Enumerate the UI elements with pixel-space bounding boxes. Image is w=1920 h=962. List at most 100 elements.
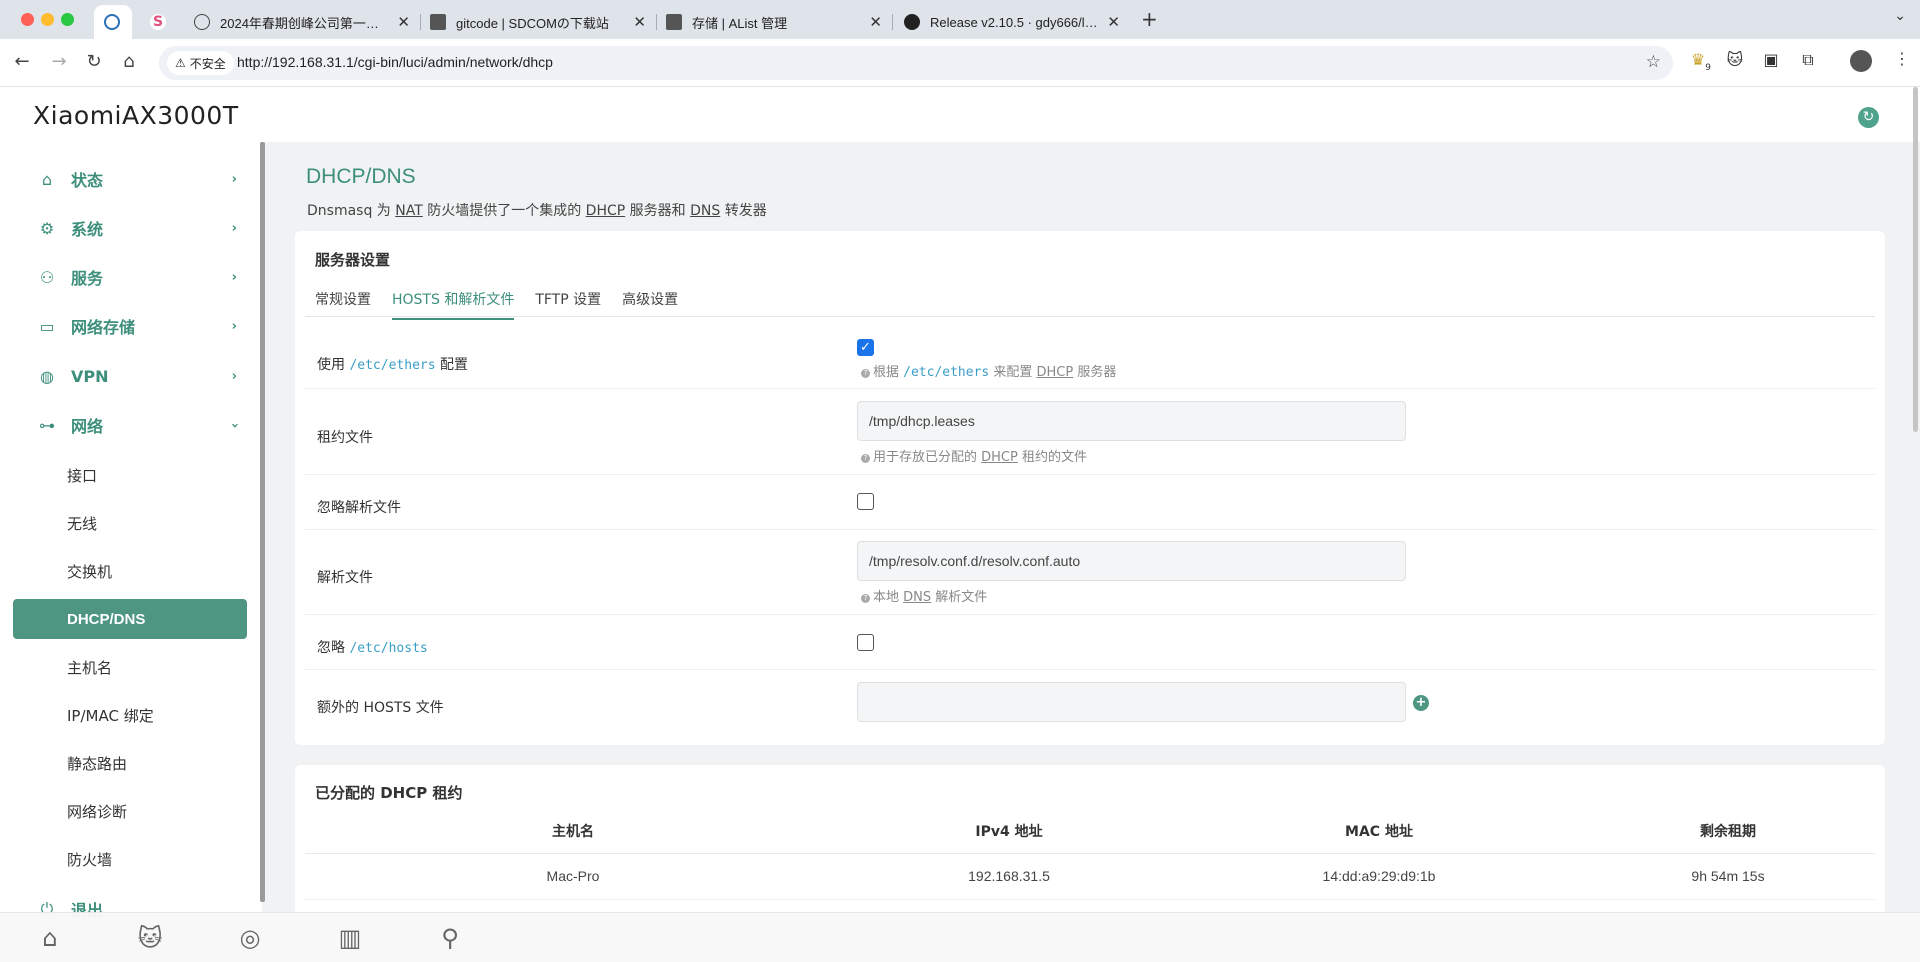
- chevron-down-icon: ›: [226, 422, 242, 428]
- browser-tab-bar: S 2024年春期创峰公司第一次评估 ✕ gitcode | SDCOMの下载站…: [0, 0, 1920, 39]
- address-bar[interactable]: ⚠ 不安全 http://192.168.31.1/cgi-bin/luci/a…: [159, 46, 1673, 80]
- security-label: 不安全: [189, 56, 226, 71]
- cat-icon[interactable]: 🐱: [135, 923, 165, 953]
- home-icon[interactable]: ⌂: [35, 923, 65, 953]
- nohosts-checkbox[interactable]: [857, 634, 874, 651]
- github-favicon-icon: [904, 14, 920, 30]
- chevron-right-icon: ›: [231, 220, 237, 236]
- close-tab-icon[interactable]: ✕: [397, 13, 410, 31]
- field-label-addnhosts: 额外的 HOSTS 文件: [317, 700, 444, 716]
- new-tab-icon[interactable]: +: [1141, 7, 1158, 31]
- url-text[interactable]: http://192.168.31.1/cgi-bin/luci/admin/n…: [237, 54, 553, 70]
- browser-tab[interactable]: Release v2.10.5 · gdy666/lucky ✕: [894, 5, 1130, 39]
- home-icon[interactable]: ⌂: [118, 51, 140, 72]
- tab-search-icon[interactable]: ⌄: [1894, 8, 1906, 24]
- sidebar-subitem-ip-mac-binding[interactable]: IP/MAC 绑定: [67, 705, 154, 726]
- app-favicon-icon: S: [150, 14, 166, 30]
- column-header-mac[interactable]: MAC 地址: [1345, 821, 1413, 841]
- sidebar-item-network[interactable]: ⊶ 网络 ›: [37, 411, 242, 439]
- browser-menu-icon[interactable]: ⋮: [1894, 49, 1910, 68]
- add-entry-icon[interactable]: +: [1413, 695, 1429, 711]
- sidebar-subitem-hostnames[interactable]: 主机名: [67, 657, 112, 678]
- noresolv-checkbox[interactable]: [857, 493, 874, 510]
- router-brand[interactable]: XiaomiAX3000T: [33, 101, 239, 130]
- field-label-leasefile: 租约文件: [317, 430, 373, 446]
- window-zoom-button[interactable]: [61, 13, 74, 26]
- browser-tab[interactable]: 2024年春期创峰公司第一次评估 ✕: [184, 5, 420, 39]
- column-header-expires[interactable]: 剩余租期: [1700, 821, 1756, 841]
- back-icon[interactable]: ←: [11, 51, 33, 72]
- person-icon[interactable]: ⚲: [435, 923, 465, 953]
- site-favicon-icon: [666, 14, 682, 30]
- hint-text: 根据: [873, 365, 904, 380]
- sidebar-item-vpn[interactable]: ◍ VPN ›: [37, 362, 237, 390]
- help-icon: ?: [861, 454, 870, 463]
- field-label-noresolv: 忽略解析文件: [317, 500, 401, 516]
- field-label-resolvfile: 解析文件: [317, 570, 373, 586]
- bookmark-star-icon[interactable]: ☆: [1646, 52, 1661, 72]
- addnhosts-input[interactable]: [857, 682, 1406, 722]
- leasefile-input[interactable]: /tmp/dhcp.leases: [857, 401, 1406, 441]
- bottom-toolbar: ⌂ 🐱 ◎ ▥ ⚲: [0, 912, 1920, 962]
- window-close-button[interactable]: [21, 13, 34, 26]
- browser-tab[interactable]: 存储 | AList 管理 ✕: [656, 5, 892, 39]
- hint-text: 来配置: [989, 365, 1037, 380]
- column-header-hostname[interactable]: 主机名: [552, 821, 594, 841]
- abbr-dns: DNS: [903, 590, 932, 605]
- field-label-use-ethers: 使用 /etc/ethers 配置: [317, 354, 468, 374]
- use-ethers-checkbox[interactable]: ✓: [857, 339, 874, 356]
- close-tab-icon[interactable]: ✕: [633, 13, 646, 31]
- label-text: 使用: [317, 357, 350, 373]
- extension-icon[interactable]: ♛ 9: [1687, 50, 1711, 73]
- reload-icon[interactable]: ↻: [83, 51, 105, 72]
- bar-chart-icon[interactable]: ▥: [335, 923, 365, 953]
- window-minimize-button[interactable]: [41, 13, 54, 26]
- game-extension-icon[interactable]: ▣: [1760, 50, 1782, 69]
- chevron-right-icon: ›: [231, 171, 237, 187]
- sidebar-item-services[interactable]: ⚇ 服务 ›: [37, 263, 237, 291]
- sidebar-subitem-static-routes[interactable]: 静态路由: [67, 753, 127, 774]
- sidebar-item-system[interactable]: ⚙ 系统 ›: [37, 214, 237, 242]
- page-description: Dnsmasq 为 NAT 防火墙提供了一个集成的 DHCP 服务器和 DNS …: [307, 200, 767, 220]
- hint-text: 服务器: [1073, 365, 1117, 380]
- sidebar-subitem-diagnostics[interactable]: 网络诊断: [67, 801, 127, 822]
- sidebar-item-status[interactable]: ⌂ 状态 ›: [37, 165, 237, 193]
- help-icon: ?: [861, 594, 870, 603]
- puzzle-extensions-icon[interactable]: ⧉: [1797, 50, 1819, 70]
- close-tab-icon[interactable]: ✕: [1107, 13, 1120, 31]
- sidebar-subitem-interfaces[interactable]: 接口: [67, 465, 97, 486]
- sidebar-scrollbar[interactable]: [260, 142, 265, 902]
- sidebar-item-label: 服务: [71, 269, 104, 288]
- table-row-divider: [305, 899, 1875, 900]
- profile-avatar[interactable]: [1850, 50, 1872, 72]
- sidebar-item-label: VPN: [71, 366, 109, 386]
- browser-tab[interactable]: gitcode | SDCOMの下载站 ✕: [420, 5, 656, 39]
- refresh-icon[interactable]: ↻: [1858, 107, 1879, 128]
- security-indicator[interactable]: ⚠ 不安全: [167, 51, 234, 75]
- sidebar-subitem-switch[interactable]: 交换机: [67, 561, 112, 582]
- compass-icon[interactable]: ◎: [235, 923, 265, 953]
- resolvfile-input[interactable]: /tmp/resolv.conf.d/resolv.conf.auto: [857, 541, 1406, 581]
- abbr-dhcp: DHCP: [585, 203, 626, 219]
- sidebar-subitem-wireless[interactable]: 无线: [67, 513, 97, 534]
- sidebar-item-nas[interactable]: ▭ 网络存储 ›: [37, 312, 237, 340]
- label-text: 配置: [435, 357, 468, 373]
- browser-tab[interactable]: S: [140, 5, 178, 39]
- cat-extension-icon[interactable]: 🐱: [1724, 50, 1746, 69]
- tabs-divider: [305, 316, 1875, 317]
- browser-tab-active[interactable]: [94, 5, 132, 39]
- hint-text: 解析文件: [931, 590, 988, 605]
- globe-icon: ◍: [40, 366, 54, 386]
- page-scrollbar[interactable]: [1913, 87, 1918, 432]
- column-header-ipv4[interactable]: IPv4 地址: [975, 821, 1042, 841]
- sidebar-item-label: 网络: [71, 417, 104, 436]
- router-favicon-icon: [104, 14, 120, 30]
- close-tab-icon[interactable]: ✕: [869, 13, 882, 31]
- chevron-right-icon: ›: [231, 318, 237, 334]
- abbr-nat: NAT: [395, 203, 423, 219]
- sidebar-subitem-dhcp-dns[interactable]: DHCP/DNS: [13, 599, 247, 639]
- sidebar-subitem-firewall[interactable]: 防火墙: [67, 849, 112, 870]
- table-cell-mac: 14:dd:a9:29:d9:1b: [1322, 868, 1436, 884]
- forward-icon[interactable]: →: [48, 51, 70, 72]
- globe-favicon-icon: [194, 14, 210, 30]
